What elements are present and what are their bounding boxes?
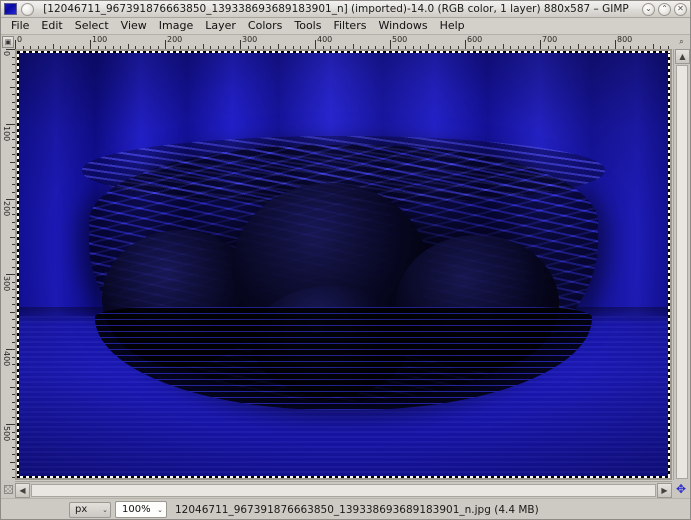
navigate-glyph: ✥ [675, 482, 687, 496]
statusbar: px ⌄ 100% ⌄ 12046711_967391876663850_139… [1, 498, 690, 519]
chevron-down-icon: ⌄ [157, 505, 163, 514]
gimp-image-window: [12046711_967391876663850_13933869368918… [0, 0, 691, 520]
ruler-major-tick [6, 424, 15, 425]
menu-windows[interactable]: Windows [372, 18, 433, 34]
ruler-major-tick [6, 49, 15, 50]
horizontal-scroll-trough[interactable] [31, 483, 656, 497]
image-workarea: ▣ 0 100 200 300 400 500 600 700 800 0 100 200 300 40… [1, 35, 690, 498]
zoom-fit-icon[interactable]: ⌕ [673, 35, 690, 49]
ruler-tick-label: 400 [2, 351, 11, 367]
menu-image[interactable]: Image [153, 18, 199, 34]
ruler-tick-label: 200 [2, 201, 11, 217]
vertical-scrollbar[interactable]: ▲ [673, 49, 690, 480]
image-thumbnail-icon [4, 3, 17, 15]
ruler-tick-label: 500 [392, 35, 408, 44]
ruler-major-tick [6, 274, 15, 275]
ruler-tick-label: 800 [617, 35, 633, 44]
ruler-tick-label: 300 [242, 35, 258, 44]
maximize-button[interactable]: ⌃ [658, 2, 671, 16]
menu-filters[interactable]: Filters [327, 18, 372, 34]
chevron-left-icon[interactable]: ◀ [15, 482, 30, 498]
menu-layer[interactable]: Layer [199, 18, 242, 34]
zoom-value: 100% [122, 504, 151, 515]
window-menu-icon[interactable] [21, 2, 34, 16]
quick-mask-toggle-icon[interactable] [1, 480, 15, 498]
canvas-viewport[interactable] [15, 49, 672, 480]
minimize-button[interactable]: ⌄ [642, 2, 655, 16]
horizontal-ruler[interactable]: 0 100 200 300 400 500 600 700 800 [15, 35, 672, 50]
chevron-right-icon[interactable]: ▶ [657, 482, 672, 498]
ruler-tick-label: 0 [2, 51, 11, 57]
ruler-tick-label: 100 [92, 35, 108, 44]
menu-tools[interactable]: Tools [288, 18, 327, 34]
navigate-move-icon[interactable]: ✥ [672, 480, 690, 498]
ruler-tick-label: 300 [2, 276, 11, 292]
unit-dropdown[interactable]: px ⌄ [69, 501, 111, 518]
photo-vignette [17, 51, 670, 478]
ruler-major-tick [6, 199, 15, 200]
ruler-tick-label: 100 [2, 126, 11, 142]
horizontal-scrollbar[interactable]: ◀ ▶ [15, 481, 672, 498]
vertical-scroll-trough[interactable] [676, 65, 688, 479]
menu-select[interactable]: Select [69, 18, 115, 34]
menu-file[interactable]: File [5, 18, 35, 34]
window-titlebar[interactable]: [12046711_967391876663850_13933869368918… [1, 1, 690, 18]
window-title: [12046711_967391876663850_13933869368918… [43, 3, 629, 15]
close-button[interactable]: ✕ [674, 2, 687, 16]
ruler-major-tick [6, 349, 15, 350]
ruler-tick-label: 700 [542, 35, 558, 44]
window-controls: ⌄ ⌃ ✕ [642, 2, 687, 16]
ruler-tick-label: 600 [467, 35, 483, 44]
unit-value: px [75, 504, 88, 515]
ruler-tick-label: 200 [167, 35, 183, 44]
ruler-tick-label: 0 [17, 35, 23, 44]
ruler-tick-label: 400 [317, 35, 333, 44]
menubar: File Edit Select View Image Layer Colors… [1, 18, 690, 35]
menu-view[interactable]: View [115, 18, 153, 34]
ruler-tick-label: 500 [2, 426, 11, 442]
menu-help[interactable]: Help [434, 18, 471, 34]
status-message: 12046711_967391876663850_139338693689183… [175, 503, 539, 516]
image-canvas[interactable] [17, 51, 670, 478]
menu-colors[interactable]: Colors [242, 18, 288, 34]
chevron-up-icon[interactable]: ▲ [675, 49, 690, 64]
ruler-major-tick [6, 124, 15, 125]
quick-mask-swatch [3, 484, 13, 494]
chevron-down-icon: ⌄ [102, 505, 108, 514]
menu-edit[interactable]: Edit [35, 18, 68, 34]
ruler-unit-toggle-icon[interactable]: ▣ [2, 36, 14, 48]
zoom-dropdown[interactable]: 100% ⌄ [115, 501, 167, 518]
vertical-ruler[interactable]: 0 100 200 300 400 500 [1, 49, 16, 480]
